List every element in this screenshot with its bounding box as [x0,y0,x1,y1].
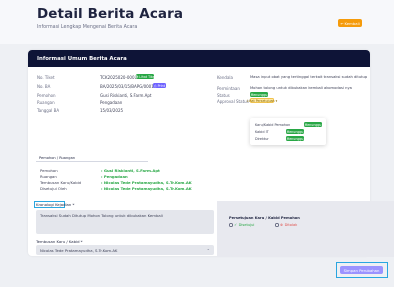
approve-radio-label: Disetujui [238,223,255,227]
back-button[interactable]: ← Kembali [338,19,362,27]
approval-status-label: Approval Status [217,99,249,104]
chevron-down-icon: ⌄ [206,246,210,251]
kendala-value: Masa input obat yang tertinggal terkait … [250,75,368,79]
detail-value: : Nicolas Tede Pratamayudha, S.Tr.Kom.AK [101,180,192,185]
field-value: Gusi Riskianti, S.Farm.Apt [100,93,152,98]
permintaan-label: Permintaan [217,86,240,91]
lihat-tiket-label: Lihat Tiket [139,74,156,79]
field-value: BA/2025/03/15/BAPG/0001 [100,84,154,89]
field-value: 15/03/2025 [100,108,124,113]
field-value: TCK2025020-0001 [100,75,138,80]
kendala-label: Kendala [217,75,233,80]
chevron-down-icon: ▾ [274,98,278,103]
print-button[interactable]: ⎙ Print [153,83,166,88]
tembusan-label: Tembusan Karu / Kabid * [36,239,83,244]
approval-popup-label: Karu/Kabid Pemohon [255,123,291,127]
kronologi-textarea[interactable]: Transaksi Sudah Ditutup Mohon Tolong unt… [36,210,214,234]
detail-label: Ruangan [40,174,57,179]
back-button-label: Kembali [344,20,360,26]
x-circle-icon: ⊗ [280,223,284,227]
lihat-persetujuan-label: Lihat Persetujuan [246,98,275,103]
radio-circle-icon [229,223,233,227]
approval-popup-label: Direktur [255,137,269,141]
save-highlight: Simpan Perubahan [336,262,388,278]
status-badge: Menunggu [250,92,268,97]
field-label: Tanggal BA [37,108,60,113]
approval-popup-status: Menunggu [286,129,304,134]
detail-label: Tembusan Karu/Kabid [40,180,82,185]
field-label: Pemohon [37,93,56,98]
field-label: No. BA [37,84,51,89]
print-label: Print [157,83,165,88]
lihat-tiket-button[interactable]: 👁 Lihat Tiket [134,74,156,79]
tembusan-select-value: Nicolas Tede Pratamayudha, S.Tr.Kom.AK [40,248,118,253]
field-label: No. Tiket [37,75,55,80]
field-label: Ruangan [37,100,55,105]
permintaan-value: Mohon tolong untuk dibukakan kembali ako… [250,86,352,90]
detail-value: : Nicolas Tede Pratamayudha, S.Tr.Kom.AK [101,186,192,191]
page-header: Detail Berita Acara Informasi Lengkap Me… [0,0,394,44]
tembusan-select[interactable]: Nicolas Tede Pratamayudha, S.Tr.Kom.AK ⌄ [36,245,214,255]
radio-circle-icon [275,223,279,227]
check-circle-icon: ✓ [234,223,238,227]
detail-label: Disetujui Oleh [40,186,67,191]
approval-popup: Karu/Kabid Pemohon Menunggu Kabid IT Men… [250,118,326,145]
save-button[interactable]: Simpan Perubahan [340,266,383,274]
approval-title: Persetujuan Karu / Kabid Pemohon [229,216,300,220]
approval-panel: Persetujuan Karu / Kabid Pemohon ✓ Diset… [217,201,394,257]
page-title: Detail Berita Acara [37,6,184,22]
kronologi-label: Kronologi Kejadian * [36,202,75,207]
lihat-persetujuan-button[interactable]: Lihat Persetujuan ▾ [246,98,277,103]
reject-radio[interactable]: ⊗ Ditolak [275,223,297,227]
arrow-left-icon: ← [340,20,344,26]
approve-radio[interactable]: ✓ Disetujui [229,223,254,227]
status-label: Status [217,93,230,98]
reject-radio-label: Ditolak [284,223,298,227]
detail-value: : Pengadaan [101,174,128,179]
field-value: Pengadaan [100,100,123,105]
tab-pemohon-ruangan[interactable]: Pemohon / Ruangan [39,156,75,160]
detail-value: : Gusi Riskianti, S.Farm.Apt [101,168,160,173]
approval-popup-status: Menunggu [286,136,304,141]
detail-tabs: Pemohon / Ruangan [36,154,148,162]
page-subtitle: Informasi Lengkap Mengenai Berita Acara [37,25,138,30]
approval-popup-label: Kabid IT [255,130,269,134]
info-card-heading: Informasi Umum Berita Acara [28,50,370,67]
detail-label: Pemohon [40,168,58,173]
approval-popup-status: Menunggu [304,122,322,127]
